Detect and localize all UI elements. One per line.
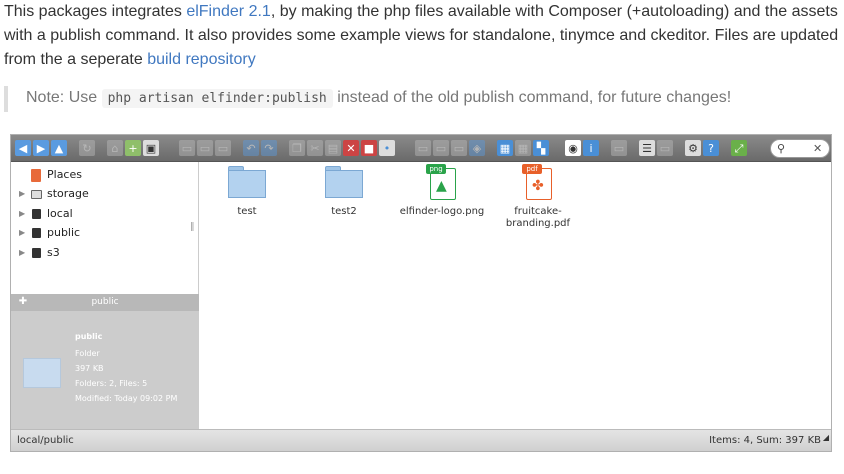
- empty-icon[interactable]: ■: [361, 140, 377, 156]
- search-input[interactable]: ⚲ ✕: [770, 139, 830, 158]
- info-panel-header: ✚ public: [11, 294, 199, 311]
- close-icon[interactable]: ✕: [813, 142, 822, 155]
- file-item[interactable]: test: [197, 166, 297, 218]
- hide-icon[interactable]: •: [379, 140, 395, 156]
- chevron-right-icon[interactable]: ▶: [19, 185, 29, 203]
- preferences-icon[interactable]: ⚙: [685, 140, 701, 156]
- sort-icon[interactable]: ▭: [657, 140, 673, 156]
- paste-icon[interactable]: ▤: [325, 140, 341, 156]
- chevron-right-icon[interactable]: ▶: [19, 244, 29, 262]
- home-icon[interactable]: ⌂: [107, 140, 123, 156]
- up-icon[interactable]: ▲: [51, 140, 67, 156]
- folder-icon: [325, 166, 363, 198]
- image-file-icon: png ▲: [426, 164, 458, 200]
- note-blockquote: Note: Use php artisan elfinder:publish i…: [4, 86, 840, 112]
- edit-icon[interactable]: ▭: [451, 140, 467, 156]
- search-icon: ⚲: [777, 142, 786, 155]
- copy-icon[interactable]: ❐: [289, 140, 305, 156]
- resize-icon[interactable]: ◈: [469, 140, 485, 156]
- chevron-right-icon[interactable]: ▶: [19, 205, 29, 223]
- info-name: public: [75, 332, 103, 341]
- status-bar: local/public Items: 4, Sum: 397 KB ◢: [11, 429, 831, 451]
- file-item[interactable]: png ▲ elfinder-logo.png: [392, 164, 492, 218]
- file-name: fruitcake-branding.pdf: [505, 206, 571, 229]
- resize-grip-icon[interactable]: ◢: [823, 427, 829, 449]
- info-kind: Folder: [75, 349, 100, 358]
- elfinder-link[interactable]: elFinder 2.1: [186, 3, 271, 20]
- pdf-file-icon: pdf ✤: [522, 164, 554, 200]
- network-drive-icon: [29, 208, 43, 220]
- open-icon[interactable]: ▭: [179, 140, 195, 156]
- intro-paragraph: This packages integrates elFinder 2.1, b…: [4, 0, 840, 72]
- getfile-icon[interactable]: ▭: [215, 140, 231, 156]
- places-icon: [29, 168, 43, 182]
- elfinder-window: ◀ ▶ ▲ ↻ ⌂ + ▣ ▭ ▭ ▭ ↶ ↷ ❐ ✂ ▤ ✕ ■ • ▭ ▭ …: [10, 134, 832, 452]
- fullscreen-icon[interactable]: ⤢: [731, 140, 747, 156]
- tree-item-storage[interactable]: ▶ storage: [19, 185, 89, 203]
- select-all-icon[interactable]: ▭: [611, 140, 627, 156]
- file-name: test: [237, 206, 257, 217]
- view-list-icon[interactable]: ☰: [639, 140, 655, 156]
- add-icon[interactable]: ✚: [17, 296, 29, 308]
- duplicate-icon[interactable]: ▭: [415, 140, 431, 156]
- info-size: 397 KB: [75, 364, 104, 373]
- folder-icon: [23, 358, 61, 388]
- info-panel: ✚ public public Folder 397 KB Folders: 2…: [11, 294, 199, 429]
- file-name: test2: [331, 206, 357, 217]
- status-summary: Items: 4, Sum: 397 KB: [709, 435, 821, 446]
- info-icon[interactable]: i: [583, 140, 599, 156]
- redo-icon[interactable]: ↷: [261, 140, 277, 156]
- intro-text-1: This packages integrates: [4, 3, 187, 20]
- build-repository-link[interactable]: build repository: [147, 51, 256, 68]
- netmount-icon[interactable]: +: [125, 140, 141, 156]
- elfinder-toolbar: ◀ ▶ ▲ ↻ ⌂ + ▣ ▭ ▭ ▭ ↶ ↷ ❐ ✂ ▤ ✕ ■ • ▭ ▭ …: [11, 135, 831, 162]
- resize-handle[interactable]: ‖: [190, 222, 195, 232]
- rename-icon[interactable]: ▭: [433, 140, 449, 156]
- tree-item-s3[interactable]: ▶ s3: [19, 244, 60, 262]
- tree-item-label: public: [47, 226, 81, 239]
- file-item[interactable]: pdf ✤ fruitcake-branding.pdf: [488, 164, 588, 230]
- tree-item-local[interactable]: ▶ local: [19, 205, 73, 223]
- undo-icon[interactable]: ↶: [243, 140, 259, 156]
- cut-icon[interactable]: ✂: [307, 140, 323, 156]
- archive-icon[interactable]: ▚: [533, 140, 549, 156]
- delete-icon[interactable]: ✕: [343, 140, 359, 156]
- info-modified: Modified: Today 09:02 PM: [75, 394, 178, 403]
- chevron-right-icon[interactable]: ▶: [19, 224, 29, 242]
- file-name: elfinder-logo.png: [399, 206, 485, 217]
- folder-icon: [228, 166, 266, 198]
- download-icon[interactable]: ▭: [197, 140, 213, 156]
- drive-icon: [29, 188, 43, 200]
- help-icon[interactable]: ?: [703, 140, 719, 156]
- tree-item-label: s3: [47, 246, 60, 259]
- preview-icon[interactable]: ◉: [565, 140, 581, 156]
- tree-item-public[interactable]: ▶ public: [19, 224, 80, 242]
- network-drive-icon: [29, 227, 43, 239]
- tree-item-label: Places: [47, 168, 82, 181]
- tree-item-places[interactable]: Places: [19, 166, 82, 184]
- back-icon[interactable]: ◀: [15, 140, 31, 156]
- reload-icon[interactable]: ↻: [79, 140, 95, 156]
- save-icon[interactable]: ▣: [143, 140, 159, 156]
- info-contains: Folders: 2, Files: 5: [75, 379, 148, 388]
- note-code: php artisan elfinder:publish: [101, 89, 333, 108]
- note-suffix: instead of the old publish command, for …: [332, 89, 732, 106]
- note-prefix: Note: Use: [26, 89, 102, 106]
- network-drive-icon: [29, 247, 43, 259]
- forward-icon[interactable]: ▶: [33, 140, 49, 156]
- tree-item-label: local: [47, 207, 73, 220]
- tree-item-label: storage: [47, 187, 89, 200]
- view-icons-icon[interactable]: ▦: [497, 140, 513, 156]
- file-area: test test2 png ▲ elfinder-logo.png pdf ✤…: [200, 162, 831, 429]
- file-item[interactable]: test2: [294, 166, 394, 218]
- extract-icon[interactable]: ▦: [515, 140, 531, 156]
- status-path: local/public: [17, 435, 74, 446]
